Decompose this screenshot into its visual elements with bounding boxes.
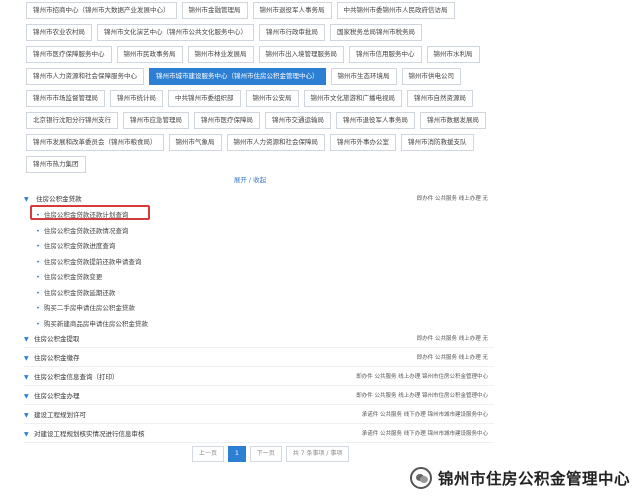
department-tag[interactable]: 锦州市退役军人事务局: [252, 2, 332, 19]
tag-row: 北京银行沈阳分行锦州支行 锦州市应急管理局 锦州市医疗保障局 锦州市交通运输局 锦州市退…: [26, 112, 496, 129]
department-tag[interactable]: 中共锦州市委锦州市人民政府信访局: [336, 2, 455, 19]
department-tag[interactable]: 锦州市统计局: [110, 90, 163, 107]
service-item[interactable]: 住房公积金贷款还款情况查询: [36, 224, 494, 240]
group-meta: 即办件 公共服务 线上办理 无: [416, 355, 488, 361]
service-item[interactable]: 购买二手房申请住房公积金贷款: [36, 301, 494, 317]
department-tag[interactable]: 锦州市交通运输局: [265, 112, 331, 129]
service-item[interactable]: 住房公积金贷款延期还款: [36, 286, 494, 302]
total-count-label: 共 7 条事项 / 事项: [285, 446, 350, 462]
service-group[interactable]: ▼ 住房公积金办理 即办件 公共服务 线上办理 锦州市住房公积金管理中心: [24, 387, 494, 405]
department-tag[interactable]: 锦州市出入境管理服务局: [258, 46, 344, 63]
department-tag[interactable]: 锦州市水利局: [426, 46, 480, 63]
expand-collapse-toggle[interactable]: 展开 / 收起: [0, 174, 500, 184]
watermark-text: 锦州市住房公积金管理中心: [438, 470, 631, 488]
wechat-watermark: 锦州市住房公积金管理中心: [410, 461, 638, 495]
department-tag[interactable]: 锦州市招商中心（锦州市大数据产业发展中心）: [26, 2, 177, 19]
department-tag[interactable]: 锦州市信用服务中心: [349, 46, 422, 63]
department-tag[interactable]: 锦州市金融管理局: [181, 2, 248, 19]
caret-down-icon: ▼: [24, 412, 29, 419]
department-tag[interactable]: 锦州市城市建设服务中心（锦州市住房公积金管理中心）: [149, 68, 326, 85]
service-item[interactable]: 住房公积金贷款变更: [36, 270, 494, 286]
caret-down-icon: ▼: [24, 355, 29, 362]
group-title: 住房公积金缴存: [34, 354, 80, 362]
department-tag[interactable]: 中共锦州市委组织部: [168, 90, 241, 107]
group-title: 建设工程规划许可: [34, 411, 86, 419]
department-tag[interactable]: 锦州市应急管理局: [123, 112, 189, 129]
department-tag[interactable]: 锦州市生态环境局: [330, 68, 397, 85]
department-tag[interactable]: 锦州市文化旅游和广播电视局: [303, 90, 402, 107]
caret-down-icon: ▼: [24, 336, 29, 343]
department-tag[interactable]: 锦州市文化演艺中心（锦州市公共文化服务中心）: [97, 24, 254, 41]
service-group[interactable]: ▼ 对建设工程规划核实情况进行信息审核 承诺件 公共服务 线下办理 锦州市城市建设服…: [24, 425, 494, 443]
service-item-list: 住房公积金贷款还款计划查询住房公积金贷款还款情况查询住房公积金贷款进度查询住房公…: [24, 208, 494, 332]
department-tag[interactable]: 锦州市热力集团: [26, 156, 86, 173]
tag-row: 锦州市农业农村局 锦州市文化演艺中心（锦州市公共文化服务中心） 锦州市行政审批局 国家…: [26, 24, 496, 41]
department-tag[interactable]: 锦州市行政审批局: [259, 24, 325, 41]
department-tag[interactable]: 锦州市农业农村局: [26, 24, 92, 41]
department-tag-cloud: 锦州市招商中心（锦州市大数据产业发展中心） 锦州市金融管理局 锦州市退役军人事务局中…: [26, 2, 496, 178]
group-title: 住房公积金信息查询（打印）: [34, 373, 119, 381]
group-title: 住房公积金办理: [34, 392, 80, 400]
department-tag[interactable]: 锦州市人力资源和社会保障局: [226, 134, 325, 151]
group-meta: 即办件 公共服务 线上办理 无: [416, 196, 488, 202]
service-item[interactable]: 住房公积金贷款进度查询: [36, 239, 494, 255]
caret-down-icon: ▼: [24, 374, 29, 381]
group-title: 对建设工程规划核实情况进行信息审核: [34, 430, 145, 438]
tag-row: 锦州市发展和改革委员会（锦州市粮食局） 锦州市气象局 锦州市人力资源和社会保障局 锦州…: [26, 134, 496, 151]
group-meta: 承诺件 公共服务 线下办理 锦州市城市建设服务中心: [361, 412, 488, 418]
service-item[interactable]: 住房公积金贷款提前还款申请查询: [36, 255, 494, 271]
prev-page-button[interactable]: 上一页: [192, 446, 225, 462]
tag-row: 锦州市热力集团: [26, 156, 496, 173]
wechat-logo-icon: [410, 467, 432, 489]
highlight-box: [30, 205, 150, 220]
department-tag[interactable]: 锦州市供电公司: [401, 68, 461, 85]
department-tag[interactable]: 锦州市退役军人事务局: [336, 112, 415, 129]
department-tag[interactable]: 锦州市林业发展局: [187, 46, 254, 63]
group-meta: 即办件 公共服务 线上办理 无: [416, 336, 488, 342]
group-title: 住房公积金提取: [34, 335, 80, 343]
group-meta: 即办件 公共服务 线上办理 锦州市住房公积金管理中心: [356, 374, 488, 380]
caret-down-icon: ▼: [24, 431, 29, 438]
group-meta: 即办件 公共服务 线上办理 锦州市住房公积金管理中心: [356, 393, 488, 399]
department-tag[interactable]: 锦州市气象局: [168, 134, 222, 151]
department-tag[interactable]: 锦州市公安局: [245, 90, 299, 107]
service-group[interactable]: ▼ 住房公积金信息查询（打印） 即办件 公共服务 线上办理 锦州市住房公积金管理中心: [24, 368, 494, 386]
department-tag[interactable]: 锦州市发展和改革委员会（锦州市粮食局）: [26, 134, 164, 151]
current-page-button[interactable]: 1: [228, 446, 246, 462]
service-group[interactable]: ▼ 建设工程规划许可 承诺件 公共服务 线下办理 锦州市城市建设服务中心: [24, 406, 494, 424]
department-tag[interactable]: 锦州市市场监督管理局: [26, 90, 105, 107]
tag-row: 锦州市招商中心（锦州市大数据产业发展中心） 锦州市金融管理局 锦州市退役军人事务局中…: [26, 2, 496, 19]
caret-down-icon: ▼: [24, 393, 29, 400]
department-tag[interactable]: 锦州市自然资源局: [407, 90, 473, 107]
service-group[interactable]: ▼ 住房公积金提取 即办件 公共服务 线上办理 无: [24, 330, 494, 348]
department-tag[interactable]: 国家税务总局锦州市税务局: [330, 24, 422, 41]
next-page-button[interactable]: 下一页: [249, 446, 282, 462]
group-title: 住房公积金贷款: [36, 195, 82, 203]
department-tag[interactable]: 锦州市医疗保障局: [194, 112, 260, 129]
department-tag[interactable]: 锦州市消防救援支队: [401, 134, 474, 151]
department-tag[interactable]: 锦州市医疗保障服务中心: [26, 46, 112, 63]
department-tag[interactable]: 锦州市数据发展局: [420, 112, 486, 129]
service-group[interactable]: ▼ 住房公积金缴存 即办件 公共服务 线上办理 无: [24, 349, 494, 367]
group-meta: 承诺件 公共服务 线下办理 锦州市城市建设服务中心: [361, 431, 488, 437]
department-tag[interactable]: 锦州市民政事务局: [116, 46, 183, 63]
department-tag[interactable]: 北京银行沈阳分行锦州支行: [26, 112, 118, 129]
tag-row: 锦州市市场监督管理局 锦州市统计局 中共锦州市委组织部 锦州市公安局 锦州市文化旅游和广…: [26, 90, 496, 107]
tag-row: 锦州市医疗保障服务中心 锦州市民政事务局 锦州市林业发展局 锦州市出入境管理服务局 锦州…: [26, 46, 496, 63]
department-tag[interactable]: 锦州市外事办公室: [330, 134, 396, 151]
department-tag[interactable]: 锦州市人力资源和社会保障服务中心: [26, 68, 144, 85]
pagination: 上一页 1 下一页 共 7 条事项 / 事项: [192, 446, 353, 462]
tag-row: 锦州市人力资源和社会保障服务中心 锦州市城市建设服务中心（锦州市住房公积金管理中心…: [26, 68, 496, 85]
